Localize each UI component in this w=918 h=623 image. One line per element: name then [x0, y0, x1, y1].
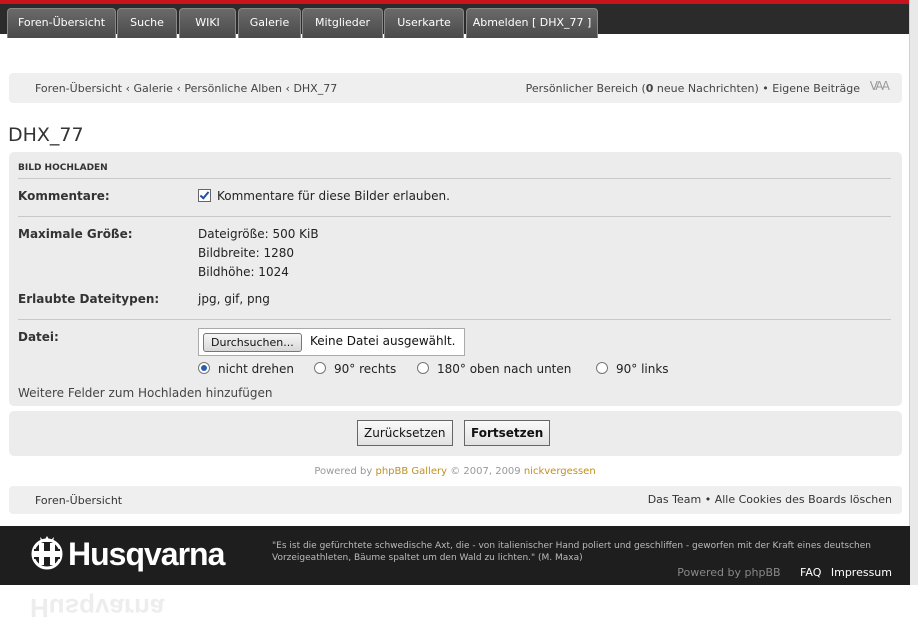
tab-mitglieder[interactable]: Mitglieder	[302, 8, 383, 38]
tab-wiki[interactable]: WIKI	[179, 8, 236, 38]
tab-suche[interactable]: Suche	[117, 8, 177, 38]
page-title: DHX_77	[8, 124, 84, 146]
husqvarna-crown-icon	[31, 536, 63, 570]
gallery-credit: Powered by phpBB Gallery © 2007, 2009 ni…	[0, 466, 910, 477]
breadcrumb-bar: Foren-Übersicht ‹ Galerie ‹ Persönliche …	[9, 73, 902, 103]
rotate-option-180[interactable]: 180° oben nach unten	[417, 362, 571, 376]
breadcrumb-separator: ‹	[285, 82, 290, 95]
divider	[18, 319, 891, 320]
max-size-values: Dateigröße: 500 KiB Bildbreite: 1280 Bil…	[198, 225, 319, 282]
file-label: Datei:	[18, 330, 59, 344]
rotate-label: nicht drehen	[218, 362, 294, 376]
divider	[18, 178, 891, 179]
upload-panel: BILD HOCHLADEN Kommentare: Kommentare fü…	[9, 152, 902, 406]
powered-by-phpbb[interactable]: Powered by phpBB	[677, 566, 780, 579]
logo-reflection: Husqvarna	[30, 593, 165, 623]
breadcrumb-album[interactable]: DHX_77	[293, 82, 337, 95]
tab-abmelden[interactable]: Abmelden [ DHX_77 ]	[466, 8, 598, 38]
tab-userkarte[interactable]: Userkarte	[384, 8, 464, 38]
delete-cookies-link[interactable]: Alle Cookies des Boards löschen	[715, 493, 892, 506]
breadcrumb: Foren-Übersicht ‹ Galerie ‹ Persönliche …	[35, 82, 337, 95]
author-link[interactable]: nickvergessen	[524, 466, 596, 477]
footer-links: Das Team • Alle Cookies des Boards lösch…	[648, 493, 892, 506]
rotate-label: 90° links	[616, 362, 669, 376]
site-footer: Husqvarna "Es ist die gefürchtete schwed…	[0, 526, 910, 585]
breadcrumb-forum-index[interactable]: Foren-Übersicht	[35, 82, 122, 95]
breadcrumb-separator: ‹	[125, 82, 131, 95]
divider	[18, 216, 891, 217]
file-input[interactable]: Durchsuchen... Keine Datei ausgewählt.	[198, 328, 465, 356]
footer-navbar: Foren-Übersicht Das Team • Alle Cookies …	[9, 486, 902, 514]
rotate-option-none[interactable]: nicht drehen	[198, 362, 294, 376]
radio-icon[interactable]	[596, 362, 608, 374]
tab-galerie[interactable]: Galerie	[238, 8, 301, 38]
credit-copyright: © 2007, 2009	[450, 466, 521, 477]
husqvarna-logo: Husqvarna	[30, 534, 225, 574]
personal-area-link[interactable]: Persönlicher Bereich	[526, 82, 638, 95]
comments-checkbox[interactable]	[198, 189, 211, 202]
footer-forum-index-link[interactable]: Foren-Übersicht	[35, 494, 122, 507]
file-types-value: jpg, gif, png	[198, 292, 270, 306]
breadcrumb-gallery[interactable]: Galerie	[134, 82, 173, 95]
max-width: Bildbreite: 1280	[198, 246, 295, 260]
button-bar: Zurücksetzen Fortsetzen	[9, 411, 902, 456]
page-scrollbar[interactable]	[909, 0, 918, 585]
reset-button[interactable]: Zurücksetzen	[357, 420, 453, 446]
credit-powered: Powered by	[314, 466, 373, 477]
faq-link[interactable]: FAQ	[800, 566, 821, 579]
max-height: Bildhöhe: 1024	[198, 265, 289, 279]
comments-option: Kommentare für diese Bilder erlauben.	[198, 187, 450, 206]
add-more-fields-link[interactable]: Weitere Felder zum Hochladen hinzufügen	[18, 386, 273, 400]
own-posts-link[interactable]: Eigene Beiträge	[772, 82, 860, 95]
comments-checkbox-label[interactable]: Kommentare für diese Bilder erlauben.	[217, 189, 450, 203]
radio-icon[interactable]	[314, 362, 326, 374]
continue-button[interactable]: Fortsetzen	[464, 420, 551, 446]
impressum-link[interactable]: Impressum	[831, 566, 892, 579]
bullet-separator: •	[762, 82, 769, 95]
font-size-icon[interactable]: VAA	[870, 79, 890, 93]
phpbb-gallery-link[interactable]: phpBB Gallery	[375, 466, 447, 477]
rotate-option-90-right[interactable]: 90° rechts	[314, 362, 396, 376]
radio-icon[interactable]	[417, 362, 429, 374]
logo-text: Husqvarna	[68, 536, 225, 572]
file-status: Keine Datei ausgewählt.	[310, 334, 456, 348]
breadcrumb-separator: ‹	[176, 82, 181, 95]
breadcrumb-personal-albums[interactable]: Persönliche Alben	[184, 82, 282, 95]
max-size-label: Maximale Größe:	[18, 227, 133, 241]
top-navigation: Foren-Übersicht Suche WIKI Galerie Mitgl…	[0, 0, 910, 38]
bullet-separator: •	[704, 493, 712, 506]
max-filesize: Dateigröße: 500 KiB	[198, 227, 319, 241]
file-types-label: Erlaubte Dateitypen:	[18, 292, 160, 306]
rotate-option-90-left[interactable]: 90° links	[596, 362, 669, 376]
new-messages-link[interactable]: neue Nachrichten)	[657, 82, 759, 95]
tab-foren-uebersicht[interactable]: Foren-Übersicht	[7, 8, 116, 38]
new-message-count: 0	[645, 82, 654, 95]
footer-quote: "Es ist die gefürchtete schwedische Axt,…	[272, 541, 871, 563]
footer-right-links: Powered by phpBB FAQ Impressum	[677, 566, 892, 579]
browse-button[interactable]: Durchsuchen...	[203, 333, 302, 352]
user-links: Persönlicher Bereich (0 neue Nachrichten…	[526, 82, 860, 95]
comments-label: Kommentare:	[18, 189, 110, 203]
rotate-label: 90° rechts	[334, 362, 397, 376]
radio-icon[interactable]	[198, 362, 210, 374]
panel-heading: BILD HOCHLADEN	[18, 163, 108, 173]
team-link[interactable]: Das Team	[648, 493, 702, 506]
rotate-label: 180° oben nach unten	[437, 362, 572, 376]
